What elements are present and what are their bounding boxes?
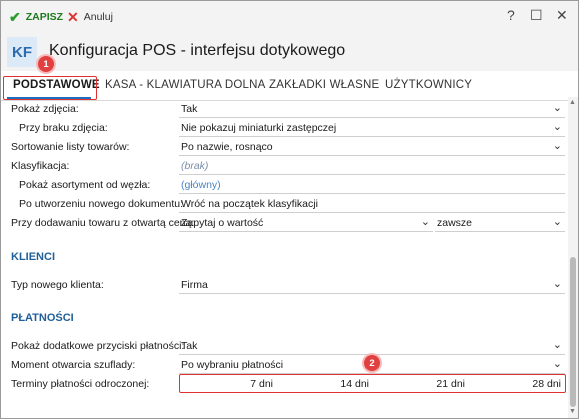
- section-title-klienci: KLIENCI: [11, 251, 55, 263]
- field-value: (główny): [181, 179, 221, 191]
- pos-config-window: ✔ ZAPISZ ✕ Anuluj ? ☐ ✕ KF Konfiguracja …: [0, 0, 579, 419]
- setting-row-po-utworzeniu: Po utworzeniu nowego dokumentu: Wróć na …: [1, 195, 568, 214]
- setting-row-klasyfikacja: Klasyfikacja: (brak): [1, 157, 568, 176]
- setting-label: Pokaż zdjęcia:: [11, 103, 79, 115]
- chevron-down-icon: ⌄: [552, 278, 562, 290]
- checkmark-icon: ✔: [9, 9, 21, 25]
- sortowanie-select[interactable]: Po nazwie, rosnąco ⌄: [179, 138, 565, 156]
- setting-row-sortowanie: Sortowanie listy towarów: Po nazwie, ros…: [1, 138, 568, 157]
- scroll-up-arrow-icon[interactable]: ▲: [569, 99, 576, 106]
- select-value: zawsze: [437, 217, 473, 229]
- pokaz-zdjecia-select[interactable]: Tak ⌄: [179, 100, 565, 118]
- typ-klienta-select[interactable]: Firma ⌄: [179, 276, 565, 294]
- setting-label: Typ nowego klienta:: [11, 279, 104, 291]
- toolbar: ✔ ZAPISZ ✕ Anuluj ? ☐ ✕: [1, 1, 578, 33]
- chevron-down-icon: ⌄: [552, 216, 562, 228]
- scroll-down-arrow-icon[interactable]: ▼: [569, 408, 576, 415]
- setting-row-typ-klienta: Typ nowego klienta: Firma ⌄: [1, 276, 568, 295]
- setting-row-przy-braku: Przy braku zdjęcia: Nie pokazuj miniatur…: [1, 119, 568, 138]
- select-value: Po nazwie, rosnąco: [181, 141, 273, 153]
- setting-label: Sortowanie listy towarów:: [11, 141, 130, 153]
- settings-panel: Pokaż zdjęcia: Tak ⌄ Przy braku zdjęcia:…: [1, 97, 568, 418]
- cancel-button[interactable]: ✕ Anuluj: [67, 9, 113, 25]
- setting-label: Pokaż asortyment od węzła:: [19, 179, 151, 191]
- setting-label: Pokaż dodatkowe przyciski płatności:: [11, 340, 185, 352]
- help-icon[interactable]: ?: [507, 8, 515, 22]
- highlight-box-terminy: [179, 374, 566, 393]
- vertical-scrollbar[interactable]: ▲ ▼: [568, 97, 578, 418]
- select-value: Firma: [181, 279, 208, 291]
- save-label: ZAPISZ: [25, 11, 64, 23]
- save-button[interactable]: ✔ ZAPISZ: [9, 9, 63, 25]
- tab-uzytkownicy[interactable]: UŻYTKOWNICY: [385, 79, 472, 91]
- chevron-down-icon: ⌄: [552, 339, 562, 351]
- pokaz-asortyment-field[interactable]: (główny): [179, 176, 565, 194]
- page-title: Konfiguracja POS - interfejsu dotykowego: [49, 42, 346, 59]
- chevron-down-icon: ⌄: [552, 121, 562, 133]
- setting-label: Moment otwarcia szuflady:: [11, 359, 136, 371]
- po-utworzeniu-field[interactable]: Wróć na początek klasyfikacji: [179, 195, 565, 213]
- setting-row-pokaz-przyciski: Pokaż dodatkowe przyciski płatności: Tak…: [1, 337, 568, 356]
- setting-row-pokaz-zdjecia: Pokaż zdjęcia: Tak ⌄: [1, 100, 568, 119]
- tab-kasa-klawiatura[interactable]: KASA - KLAWIATURA DOLNA: [105, 79, 266, 91]
- przy-dodawaniu-frequency-select[interactable]: zawsze ⌄: [435, 214, 565, 232]
- chevron-down-icon: ⌄: [420, 216, 430, 228]
- field-value: (brak): [181, 160, 209, 172]
- klasyfikacja-field[interactable]: (brak): [179, 157, 565, 175]
- close-x-icon: ✕: [67, 9, 79, 25]
- tab-zakladki-wlasne[interactable]: ZAKŁADKI WŁASNE: [269, 79, 379, 91]
- setting-label: Po utworzeniu nowego dokumentu:: [19, 198, 184, 210]
- przy-dodawaniu-select[interactable]: Zapytaj o wartość ⌄: [179, 214, 433, 232]
- header: KF Konfiguracja POS - interfejsu dotykow…: [1, 33, 578, 71]
- chevron-down-icon: ⌄: [552, 102, 562, 114]
- przy-braku-select[interactable]: Nie pokazuj miniaturki zastępczej ⌄: [179, 119, 565, 137]
- module-badge: KF: [7, 37, 37, 67]
- select-value: Tak: [181, 340, 198, 352]
- pokaz-przyciski-select[interactable]: Tak ⌄: [179, 337, 565, 355]
- close-icon[interactable]: ✕: [556, 8, 568, 22]
- setting-label: Przy dodawaniu towaru z otwartą ceną:: [11, 217, 195, 229]
- setting-row-moment-szuflady: Moment otwarcia szuflady: Po wybraniu pł…: [1, 356, 568, 375]
- maximize-icon[interactable]: ☐: [530, 8, 543, 22]
- chevron-down-icon: ⌄: [552, 358, 562, 370]
- setting-row-pokaz-asortyment: Pokaż asortyment od węzła: (główny): [1, 176, 568, 195]
- setting-label: Klasyfikacja:: [11, 160, 70, 172]
- section-title-platnosci: PŁATNOŚCI: [11, 312, 74, 324]
- callout-marker-1: 1: [38, 56, 54, 72]
- callout-marker-2: 2: [364, 355, 380, 371]
- cancel-label: Anuluj: [83, 11, 113, 23]
- chevron-down-icon: ⌄: [552, 140, 562, 152]
- select-value: Po wybraniu płatności: [181, 359, 284, 371]
- scrollbar-thumb[interactable]: [570, 257, 576, 407]
- select-value: Tak: [181, 103, 198, 115]
- setting-row-przy-dodawaniu: Przy dodawaniu towaru z otwartą ceną: Za…: [1, 214, 568, 233]
- setting-label: Terminy płatności odroczonej:: [11, 378, 150, 390]
- select-value: Zapytaj o wartość: [181, 217, 264, 229]
- setting-label: Przy braku zdjęcia:: [19, 122, 108, 134]
- select-value: Nie pokazuj miniaturki zastępczej: [181, 122, 337, 134]
- field-value: Wróć na początek klasyfikacji: [181, 198, 318, 210]
